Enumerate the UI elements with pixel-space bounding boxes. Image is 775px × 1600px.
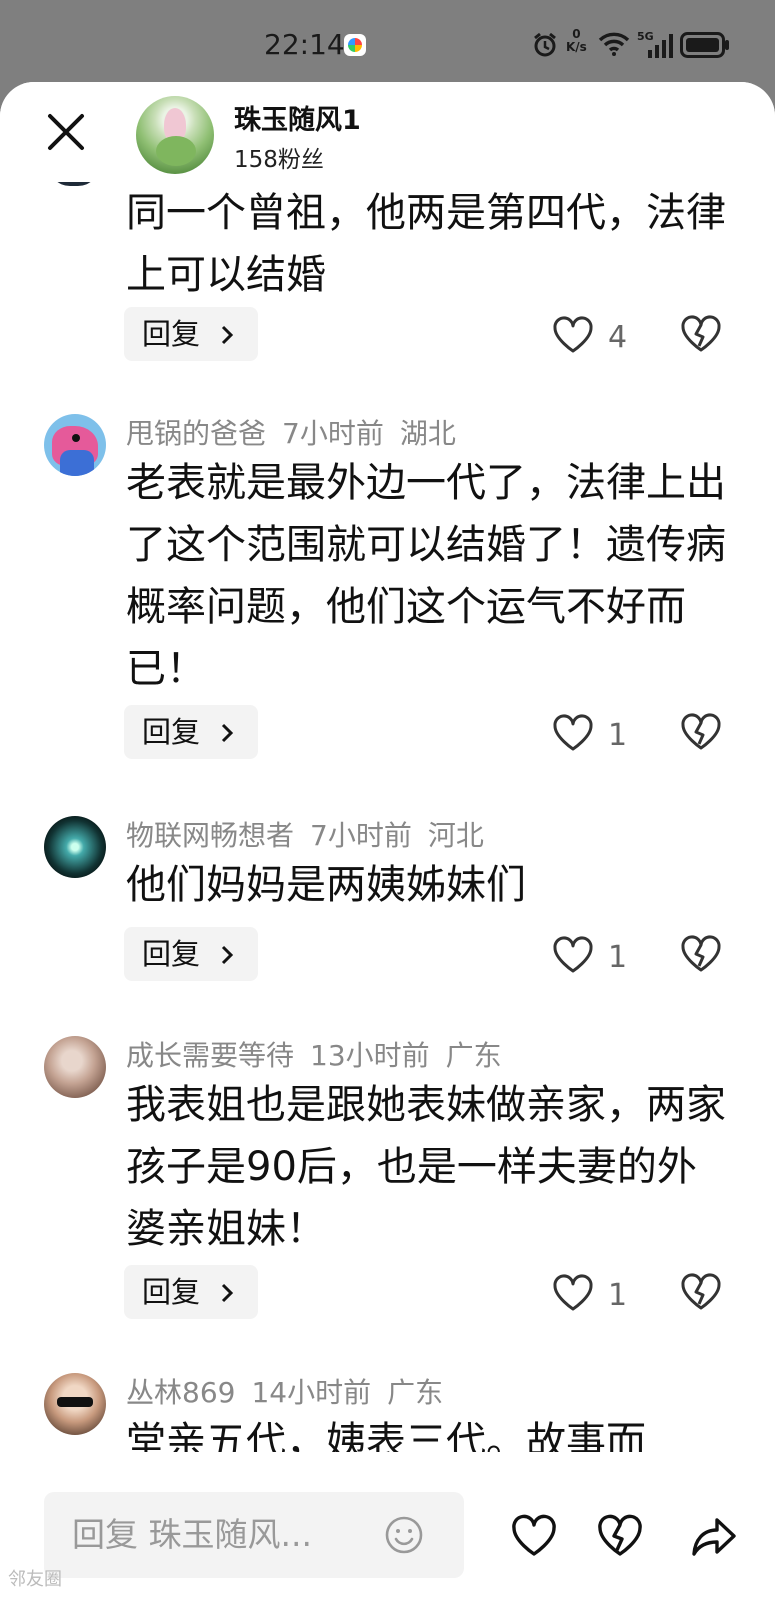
dislike-icon[interactable] bbox=[680, 934, 722, 974]
comment-location: 湖北 bbox=[399, 417, 456, 450]
reply-button[interactable]: 回复 bbox=[124, 705, 258, 759]
dislike-icon[interactable] bbox=[680, 1272, 722, 1312]
status-bar: 22:14 0 K/s 5G bbox=[0, 0, 775, 82]
comments-sheet: 同一个曾祖，他两是第四代，法律上可以结婚 回复 4 甩锅的爸爸 7小时前 湖北 老表… bbox=[0, 82, 775, 1600]
alarm-icon bbox=[534, 32, 556, 57]
status-time: 22:14 bbox=[264, 28, 345, 61]
chevron-right-icon bbox=[221, 723, 234, 743]
author-name[interactable]: 珠玉随风1 bbox=[234, 98, 361, 137]
share-icon[interactable] bbox=[690, 1514, 738, 1558]
bottom-bar: 回复 珠玉随风... bbox=[0, 1452, 775, 1600]
like-icon[interactable] bbox=[552, 714, 594, 752]
reply-button[interactable]: 回复 bbox=[124, 927, 258, 981]
comment-username: 丛林869 bbox=[126, 1376, 236, 1409]
like-count: 1 bbox=[608, 718, 628, 753]
comment-text: 同一个曾祖，他两是第四代，法律上可以结婚 bbox=[126, 190, 726, 298]
comment-meta: 甩锅的爸爸 7小时前 湖北 bbox=[126, 412, 472, 452]
comment-text: 他们妈妈是两姨姊妹们 bbox=[126, 862, 526, 908]
comment-location: 河北 bbox=[427, 819, 484, 852]
chevron-right-icon bbox=[221, 1283, 234, 1303]
comment-username: 物联网畅想者 bbox=[126, 819, 295, 852]
like-count: 4 bbox=[608, 320, 628, 355]
close-icon[interactable] bbox=[44, 110, 88, 154]
comment-time: 7小时前 bbox=[310, 819, 412, 852]
battery-icon bbox=[680, 32, 729, 58]
sheet-header: 珠玉随风1 158粉丝 bbox=[0, 82, 775, 182]
avatar[interactable] bbox=[44, 816, 106, 878]
avatar[interactable] bbox=[44, 1373, 106, 1435]
comment-location: 广东 bbox=[445, 1039, 502, 1072]
comment-meta: 丛林869 14小时前 广东 bbox=[126, 1371, 459, 1411]
comment-meta: 成长需要等待 13小时前 广东 bbox=[126, 1034, 518, 1074]
comment-meta: 物联网畅想者 7小时前 河北 bbox=[126, 814, 500, 854]
reply-input-placeholder: 回复 珠玉随风... bbox=[72, 1515, 312, 1554]
like-count: 1 bbox=[608, 1278, 628, 1313]
dislike-icon[interactable] bbox=[680, 712, 722, 752]
dislike-icon[interactable] bbox=[680, 314, 722, 354]
chevron-right-icon bbox=[221, 325, 234, 345]
signal-icon bbox=[648, 34, 673, 58]
author-avatar[interactable] bbox=[136, 96, 214, 174]
like-count: 1 bbox=[608, 940, 628, 975]
like-icon[interactable] bbox=[510, 1514, 558, 1558]
app-notification-icon bbox=[344, 34, 366, 56]
reply-button[interactable]: 回复 bbox=[124, 307, 258, 361]
comment-time: 13小时前 bbox=[310, 1039, 430, 1072]
net-speed: 0 K/s bbox=[566, 27, 587, 54]
wifi-icon bbox=[598, 32, 630, 56]
comment-username: 成长需要等待 bbox=[126, 1039, 295, 1072]
like-icon[interactable] bbox=[552, 936, 594, 974]
avatar[interactable] bbox=[44, 1036, 106, 1098]
comment-location: 广东 bbox=[387, 1376, 444, 1409]
emoji-icon[interactable] bbox=[384, 1515, 424, 1555]
comment-text: 我表姐也是跟她表妹做亲家，两家孩子是90后，也是一样夫妻的外婆亲姐妹！ bbox=[126, 1082, 726, 1252]
reply-input[interactable]: 回复 珠玉随风... bbox=[44, 1492, 464, 1578]
chevron-right-icon bbox=[221, 945, 234, 965]
avatar[interactable] bbox=[44, 414, 106, 476]
like-icon[interactable] bbox=[552, 316, 594, 354]
dislike-icon[interactable] bbox=[596, 1514, 644, 1558]
like-icon[interactable] bbox=[552, 1274, 594, 1312]
comment-username: 甩锅的爸爸 bbox=[126, 417, 267, 450]
comment-time: 14小时前 bbox=[251, 1376, 372, 1409]
watermark: 邻友圈 bbox=[8, 1569, 62, 1590]
comment-text: 老表就是最外边一代了，法律上出了这个范围就可以结婚了！遗传病概率问题，他们这个运… bbox=[126, 460, 726, 692]
comment-time: 7小时前 bbox=[282, 417, 384, 450]
author-fans: 158粉丝 bbox=[234, 147, 324, 173]
reply-button[interactable]: 回复 bbox=[124, 1265, 258, 1319]
